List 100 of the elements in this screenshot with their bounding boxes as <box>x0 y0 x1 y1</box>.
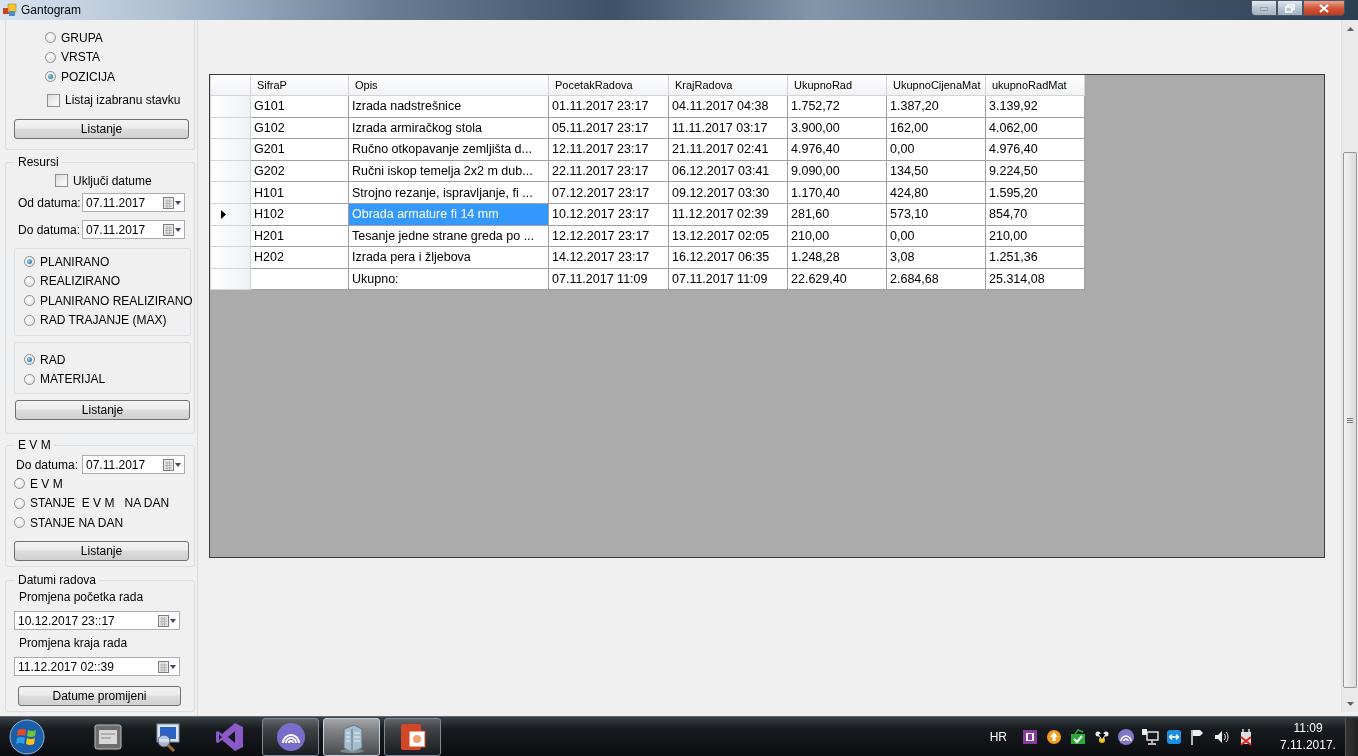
taskbar-app-button[interactable] <box>323 717 380 756</box>
column-header[interactable]: SifraP <box>250 75 349 96</box>
table-cell[interactable]: 1.595,20 <box>985 181 1085 204</box>
table-cell[interactable]: 10.12.2017 23:17 <box>548 203 669 226</box>
calendar-dropdown-icon[interactable] <box>163 223 181 236</box>
radio-button[interactable] <box>45 71 56 83</box>
table-cell[interactable]: Izrada nadstrešnice <box>348 95 549 118</box>
table-cell[interactable]: 04.11.2017 04:38 <box>668 95 788 118</box>
radio-button[interactable] <box>45 32 56 44</box>
table-cell[interactable]: 281,60 <box>787 203 887 226</box>
radio-button[interactable] <box>24 256 35 268</box>
table-cell[interactable]: 22.629,40 <box>787 268 887 290</box>
radio-button[interactable] <box>24 275 35 287</box>
table-cell[interactable]: 13.12.2017 02:05 <box>668 225 788 247</box>
table-cell[interactable]: 210,00 <box>985 225 1085 247</box>
checkbox[interactable] <box>55 174 68 187</box>
table-cell[interactable]: 573,10 <box>886 203 986 226</box>
clock[interactable]: 11:09 7.11.2017. <box>1277 721 1339 752</box>
table-cell[interactable]: 134,50 <box>886 160 986 182</box>
table-cell[interactable]: 09.12.2017 03:30 <box>668 181 788 204</box>
taskbar-app-button[interactable] <box>262 717 319 756</box>
table-cell[interactable]: 0,00 <box>886 138 986 161</box>
table-cell[interactable]: H102 <box>250 203 349 226</box>
column-header[interactable]: Opis <box>348 75 549 96</box>
date-field[interactable]: 10.12.2017 23::17 <box>14 611 180 630</box>
table-cell[interactable]: G201 <box>250 138 349 161</box>
table-cell[interactable]: 01.11.2017 23:17 <box>548 95 669 118</box>
table-cell[interactable]: 06.12.2017 03:41 <box>668 160 788 182</box>
table-cell[interactable]: 1.170,40 <box>787 181 887 204</box>
scrollbar-thumb[interactable] <box>1343 152 1357 688</box>
table-cell[interactable]: 3,08 <box>886 246 986 269</box>
table-cell[interactable]: Tesanje jedne strane greda po ... <box>348 225 549 247</box>
row-header[interactable] <box>210 203 251 226</box>
column-header[interactable]: UkupnoCijenaMat <box>886 75 986 96</box>
minimize-button[interactable] <box>1251 0 1277 16</box>
table-cell[interactable]: 4.976,40 <box>985 138 1085 161</box>
table-cell[interactable]: Izrada pera i žljebova <box>348 246 549 269</box>
table-cell[interactable]: 07.11.2017 11:09 <box>668 268 788 290</box>
table-cell[interactable]: 22.11.2017 23:17 <box>548 160 669 182</box>
table-cell[interactable]: Ukupno: <box>348 268 549 290</box>
network-icon[interactable] <box>1141 727 1159 746</box>
radio-button[interactable] <box>45 51 56 63</box>
table-cell[interactable]: H202 <box>250 246 349 269</box>
table-cell[interactable]: H101 <box>250 181 349 204</box>
remote-icon[interactable] <box>1165 727 1183 746</box>
table-cell[interactable]: 3.900,00 <box>787 117 887 139</box>
table-cell[interactable]: 3.139,92 <box>985 95 1085 118</box>
radio-button[interactable] <box>24 314 35 326</box>
list-button[interactable]: Listanje <box>14 540 189 561</box>
table-cell[interactable]: 424,80 <box>886 181 986 204</box>
date-field[interactable]: 11.12.2017 02::39 <box>14 657 180 676</box>
list-button[interactable]: Listanje <box>15 400 190 420</box>
table-cell[interactable]: G102 <box>250 117 349 139</box>
date-field[interactable]: 07.11.2017 <box>82 455 185 474</box>
table-cell[interactable]: Ručno otkopavanje zemljišta d... <box>348 138 549 161</box>
radio-button[interactable] <box>24 373 35 385</box>
table-cell[interactable]: 07.11.2017 11:09 <box>548 268 669 290</box>
radio-button[interactable] <box>14 497 25 509</box>
table-cell[interactable]: 1.387,20 <box>886 95 986 118</box>
list-button[interactable]: Listanje <box>14 118 189 139</box>
table-cell[interactable]: G101 <box>250 95 349 118</box>
date-field[interactable]: 07.11.2017 <box>82 220 185 239</box>
table-cell[interactable]: 1.752,72 <box>787 95 887 118</box>
date-field[interactable]: 07.11.2017 <box>82 193 185 212</box>
table-cell[interactable]: 25.314,08 <box>985 268 1085 290</box>
table-cell[interactable]: 210,00 <box>787 225 887 247</box>
start-button[interactable] <box>9 719 45 754</box>
torrent-icon[interactable] <box>1117 727 1135 746</box>
table-cell[interactable]: 1.248,28 <box>787 246 887 269</box>
table-cell[interactable]: G202 <box>250 160 349 182</box>
calendar-dropdown-icon[interactable] <box>163 458 181 471</box>
restore-button[interactable] <box>1277 0 1303 16</box>
table-cell[interactable]: 12.11.2017 23:17 <box>548 138 669 161</box>
table-cell[interactable]: 9.090,00 <box>787 160 887 182</box>
table-cell[interactable] <box>250 268 349 290</box>
language-indicator[interactable]: HR <box>989 729 1007 744</box>
table-cell[interactable]: 11.12.2017 02:39 <box>668 203 788 226</box>
update-icon[interactable] <box>1045 727 1063 746</box>
table-cell[interactable]: 4.062,00 <box>985 117 1085 139</box>
table-cell[interactable]: 1.251,36 <box>985 246 1085 269</box>
table-cell[interactable]: 0,00 <box>886 225 986 247</box>
radio-button[interactable] <box>24 295 35 307</box>
calendar-dropdown-icon[interactable] <box>163 196 181 209</box>
column-header[interactable]: PocetakRadova <box>548 75 669 96</box>
table-cell[interactable]: 9.224,50 <box>985 160 1085 182</box>
calendar-dropdown-icon[interactable] <box>158 614 176 627</box>
table-cell[interactable]: Strojno rezanje, ispravljanje, fi ... <box>348 181 549 204</box>
table-cell[interactable]: 21.11.2017 02:41 <box>668 138 788 161</box>
table-cell[interactable]: 854,70 <box>985 203 1085 226</box>
table-cell[interactable]: Ručni iskop temelja 2x2 m dub... <box>348 160 549 182</box>
radio-button[interactable] <box>14 478 25 490</box>
column-header[interactable]: ukupnoRadMat <box>985 75 1085 96</box>
radio-button[interactable] <box>24 354 35 366</box>
table-cell[interactable]: 07.12.2017 23:17 <box>548 181 669 204</box>
table-cell[interactable]: Izrada armiračkog stola <box>348 117 549 139</box>
close-button[interactable] <box>1303 0 1345 16</box>
table-cell[interactable]: 16.12.2017 06:35 <box>668 246 788 269</box>
table-cell[interactable]: 12.12.2017 23:17 <box>548 225 669 247</box>
taskbar-app-button[interactable] <box>384 717 441 756</box>
table-cell[interactable]: 05.11.2017 23:17 <box>548 117 669 139</box>
